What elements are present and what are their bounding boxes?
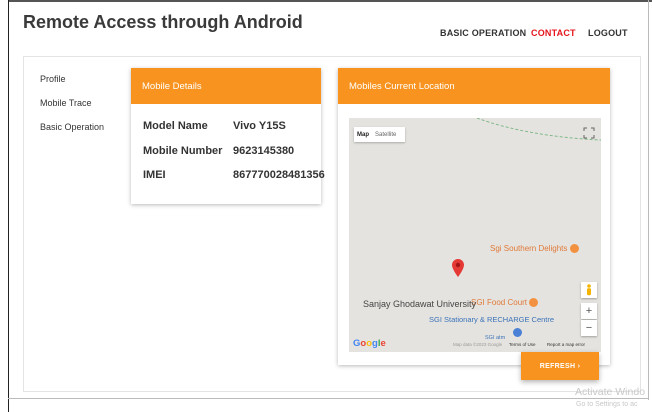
zoom-out-button[interactable]: − [581, 320, 597, 336]
mobile-number-label: Mobile Number [143, 145, 223, 157]
campus-label: Sanjay Ghodawat University [363, 299, 477, 309]
location-card: Mobiles Current Location Map Satellite S… [338, 68, 610, 365]
nav-contact[interactable]: CONTACT [531, 28, 576, 38]
window-border-top [8, 0, 652, 2]
site-title[interactable]: Remote Access through Android [23, 12, 303, 33]
window-border-bottom [8, 398, 649, 399]
person-icon [587, 284, 591, 296]
nav-logout[interactable]: LOGOUT [588, 28, 628, 38]
os-activation-watermark-subtitle: Go to Settings to ac [576, 401, 638, 408]
food-pin-icon [529, 298, 539, 308]
restaurant-pin-icon [569, 244, 579, 254]
sidebar-item-profile[interactable]: Profile [40, 74, 66, 84]
map-type-map[interactable]: Map [354, 132, 372, 138]
poi-sgi-atm[interactable]: SGI atm [485, 334, 505, 342]
window-border-right [648, 0, 649, 400]
poi-southern-delights-label: Sgi Southern Delights [490, 244, 568, 253]
sidebar-item-basic-operation[interactable]: Basic Operation [40, 122, 104, 132]
map-data-attribution: Map data ©2023 Google [453, 342, 503, 347]
poi-food-court-label: SGI Food Court [471, 298, 528, 307]
poi-stationary-centre[interactable]: SGI Stationary & RECHARGE Centre [429, 316, 554, 324]
terms-of-use-link[interactable]: Terms of Use [509, 342, 536, 347]
location-header: Mobiles Current Location [338, 68, 610, 104]
zoom-in-button[interactable]: + [581, 303, 597, 319]
mobile-number-value: 9623145380 [233, 145, 295, 157]
mobile-details-card: Mobile Details Model Name Vivo Y15S Mobi… [131, 68, 325, 204]
map-type-satellite[interactable]: Satellite [372, 132, 399, 138]
imei-value: 867770028481356 [233, 169, 325, 181]
page: Remote Access through Android BASIC OPER… [0, 0, 652, 412]
poi-food-court[interactable]: SGI Food Court [471, 298, 539, 308]
os-activation-watermark-title: Activate Windo [575, 386, 646, 398]
google-map[interactable]: Map Satellite Sgi Southern Delights SGI … [349, 118, 601, 352]
refresh-button[interactable]: REFRESH › [521, 352, 599, 380]
model-name-label: Model Name [143, 120, 208, 132]
window-border-left [8, 0, 9, 412]
poi-southern-delights[interactable]: Sgi Southern Delights [490, 244, 579, 254]
imei-label: IMEI [143, 169, 166, 181]
nav-basic-operation[interactable]: BASIC OPERATION [440, 28, 526, 38]
shop-pin-icon [513, 328, 522, 337]
sidebar-item-mobile-trace[interactable]: Mobile Trace [40, 98, 92, 108]
pegman-street-view-icon[interactable] [581, 282, 597, 298]
mobile-details-header: Mobile Details [131, 68, 321, 104]
location-marker-icon[interactable] [452, 259, 464, 277]
map-type-control[interactable]: Map Satellite [354, 127, 405, 142]
model-name-value: Vivo Y15S [233, 120, 286, 132]
report-map-error-link[interactable]: Report a map error [547, 342, 585, 347]
google-logo: Google [353, 338, 386, 349]
fullscreen-icon[interactable] [583, 127, 595, 139]
